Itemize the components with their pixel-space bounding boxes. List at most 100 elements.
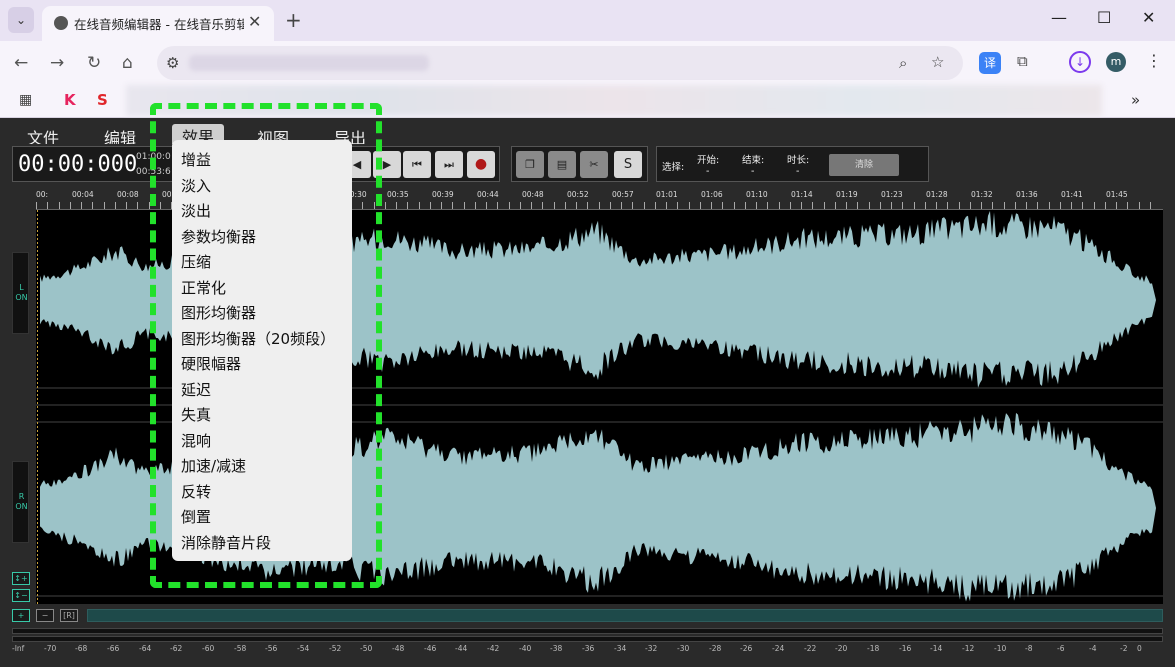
timeline-label: 00:52 [567, 190, 589, 199]
address-bar[interactable]: ⚙ ⌕ ☆ [157, 46, 963, 80]
globe-icon [54, 16, 68, 30]
new-tab-button[interactable]: + [285, 8, 302, 32]
meter-label: -22 [804, 644, 817, 653]
timeline-tick [520, 202, 521, 209]
timeline-tick [36, 202, 37, 209]
silence-button[interactable]: S [614, 151, 642, 178]
cut-icon[interactable]: ✂ [580, 151, 608, 178]
browser-toolbar: ← → ↻ ⌂ ⚙ ⌕ ☆ 译 ⧉ ↓ m ⋮ [0, 41, 1175, 85]
timeline-tick [610, 202, 611, 209]
time-display: 00:00:000 [18, 152, 138, 177]
timeline-tick [509, 202, 510, 209]
meter-label: -64 [139, 644, 152, 653]
tab-search-dropdown-icon[interactable]: ⌄ [8, 7, 34, 33]
selection-panel: 选择: 开始: - 结束: - 时长: - 清除 [656, 146, 929, 182]
skip-start-button[interactable]: ⏮ [403, 151, 431, 178]
timeline-tick [869, 202, 870, 209]
minimize-button[interactable]: — [1051, 8, 1067, 27]
maximize-button[interactable]: ☐ [1097, 8, 1111, 27]
timeline-tick [419, 202, 420, 209]
close-tab-icon[interactable]: ✕ [248, 12, 261, 31]
left-channel-toggle[interactable]: L ON [12, 252, 29, 334]
timeline-tick [1139, 202, 1140, 209]
vertical-zoom-out-button[interactable]: ↕− [12, 589, 30, 602]
timeline-label: 00:39 [432, 190, 454, 199]
timeline-tick [407, 202, 408, 209]
timeline-label: 01:41 [1061, 190, 1083, 199]
zoom-icon[interactable]: ⌕ [899, 54, 907, 72]
extensions-puzzle-icon[interactable]: ⧉ [1017, 52, 1028, 70]
browser-tab[interactable]: 在线音频编辑器 - 在线音乐剪辑 ✕ [42, 6, 274, 41]
bookmark-star-icon[interactable]: ☆ [931, 53, 944, 71]
timeline-tick [396, 202, 397, 209]
timeline-label: 01:06 [701, 190, 723, 199]
timeline-label: 00:57 [612, 190, 634, 199]
horizontal-zoom-out-button[interactable]: − [36, 609, 54, 622]
timeline-tick [734, 202, 735, 209]
timeline-tick [677, 202, 678, 209]
apps-grid-icon[interactable]: ▦ [19, 92, 32, 108]
timeline-tick [1015, 202, 1016, 209]
timeline-tick [914, 202, 915, 209]
timeline-tick [992, 202, 993, 209]
bookmark-s-icon[interactable]: S [97, 91, 108, 109]
timeline-tick [970, 202, 971, 209]
meter-label: -20 [835, 644, 848, 653]
selection-end-label: 结束: [742, 155, 765, 166]
timeline-tick [1094, 202, 1095, 209]
timeline-tick [554, 202, 555, 209]
timeline-tick [700, 202, 701, 209]
profile-avatar[interactable]: m [1106, 52, 1126, 72]
download-icon[interactable]: ↓ [1069, 51, 1091, 73]
paste-icon[interactable]: ▤ [548, 151, 576, 178]
skip-end-button[interactable]: ⏭ [435, 151, 463, 178]
zoom-reset-button[interactable]: [R] [60, 609, 78, 622]
timeline-tick [1037, 202, 1038, 209]
reload-button[interactable]: ↻ [87, 53, 101, 73]
selection-label: 选择: [662, 162, 685, 173]
record-button[interactable]: ● [467, 151, 495, 178]
timeline-tick [756, 202, 757, 209]
timeline-tick [531, 202, 532, 209]
vertical-zoom-in-button[interactable]: ↕+ [12, 572, 30, 585]
meter-label: -8 [1025, 644, 1033, 653]
meter-label: -62 [170, 644, 183, 653]
selection-duration-label: 时长: [787, 155, 810, 166]
timeline-tick [452, 202, 453, 209]
copy-icon[interactable]: ❐ [516, 151, 544, 178]
timeline-tick [475, 202, 476, 209]
timeline-tick [981, 202, 982, 209]
level-meter-right [12, 636, 1163, 642]
more-bookmarks-button[interactable]: » [1131, 91, 1140, 109]
timeline-tick [1127, 202, 1128, 209]
clear-selection-button[interactable]: 清除 [829, 154, 899, 176]
timeline-tick [576, 202, 577, 209]
timeline-tick [936, 202, 937, 209]
horizontal-scrollbar[interactable] [87, 609, 1163, 622]
bookmark-k-icon[interactable]: K [64, 91, 76, 109]
timeline-tick [599, 202, 600, 209]
meter-label: -40 [519, 644, 532, 653]
site-settings-icon[interactable]: ⚙ [166, 54, 179, 72]
url-text-blurred [189, 55, 429, 71]
forward-button[interactable]: → [50, 53, 64, 73]
selection-start-label: 开始: [697, 155, 720, 166]
horizontal-zoom-in-button[interactable]: + [12, 609, 30, 622]
back-button[interactable]: ← [14, 53, 28, 73]
timeline-tick [1105, 202, 1106, 209]
timeline-tick [745, 202, 746, 209]
timeline-tick [779, 202, 780, 209]
timeline-label: 01:10 [746, 190, 768, 199]
meter-label: -24 [772, 644, 785, 653]
translate-extension-icon[interactable]: 译 [979, 52, 1001, 74]
timeline-tick [812, 202, 813, 209]
meter-label: -58 [234, 644, 247, 653]
home-button[interactable]: ⌂ [122, 53, 133, 73]
meter-label: -36 [582, 644, 595, 653]
browser-menu-icon[interactable]: ⋮ [1146, 51, 1162, 70]
timeline-label: 00:08 [117, 190, 139, 199]
timeline-label: 00:04 [72, 190, 94, 199]
timeline-tick [70, 202, 71, 209]
close-window-button[interactable]: ✕ [1142, 8, 1155, 27]
right-channel-toggle[interactable]: R ON [12, 461, 29, 543]
